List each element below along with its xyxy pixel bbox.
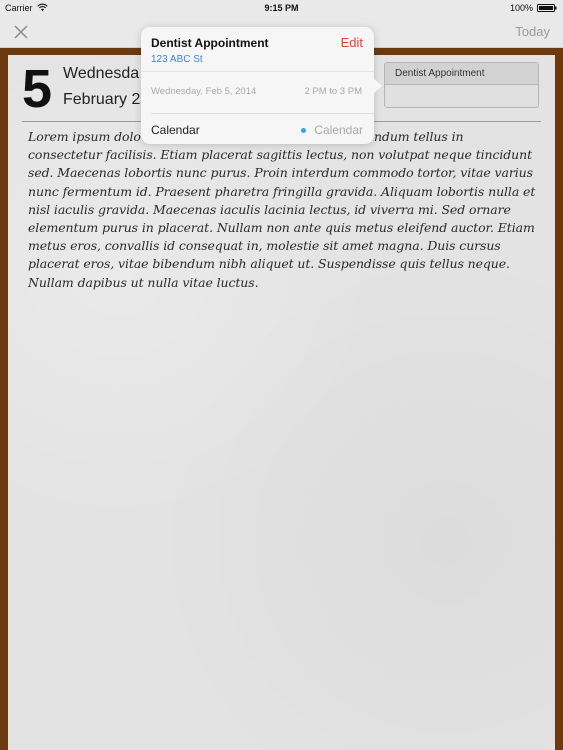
journal-page: 5 Wednesda February 2 Lorem ipsum dolo t…	[8, 55, 555, 750]
popover-arrow	[371, 76, 382, 96]
battery-icon	[537, 4, 557, 12]
event-time: 2 PM to 3 PM	[304, 86, 362, 97]
event-location[interactable]: 123 ABC St	[151, 54, 203, 65]
event-chip[interactable]: Dentist Appointment	[384, 62, 539, 108]
edit-button[interactable]: Edit	[341, 35, 363, 50]
battery-percentage: 100%	[509, 3, 533, 13]
close-icon[interactable]	[11, 22, 31, 42]
note-text[interactable]: Lorem ipsum dolo t. Donec eget auctor er…	[28, 128, 538, 292]
weekday-label: Wednesda	[63, 65, 140, 82]
event-title: Dentist Appointment	[151, 36, 269, 50]
calendar-label: Calendar	[151, 123, 200, 137]
status-bar: Carrier 9:15 PM 100%	[0, 0, 563, 16]
event-date: Wednesday, Feb 5, 2014	[151, 86, 257, 97]
month-date-label: February 2	[63, 91, 141, 108]
day-number: 5	[22, 59, 53, 119]
popover-divider	[151, 113, 374, 114]
popover-divider	[141, 71, 374, 72]
status-time: 9:15 PM	[264, 3, 299, 13]
calendar-value[interactable]: Calendar	[314, 123, 363, 137]
event-chip-title: Dentist Appointment	[385, 63, 538, 85]
calendar-color-dot	[301, 128, 306, 133]
today-button[interactable]: Today	[515, 24, 550, 39]
event-popover: Dentist Appointment Edit 123 ABC St Wedn…	[141, 27, 374, 144]
